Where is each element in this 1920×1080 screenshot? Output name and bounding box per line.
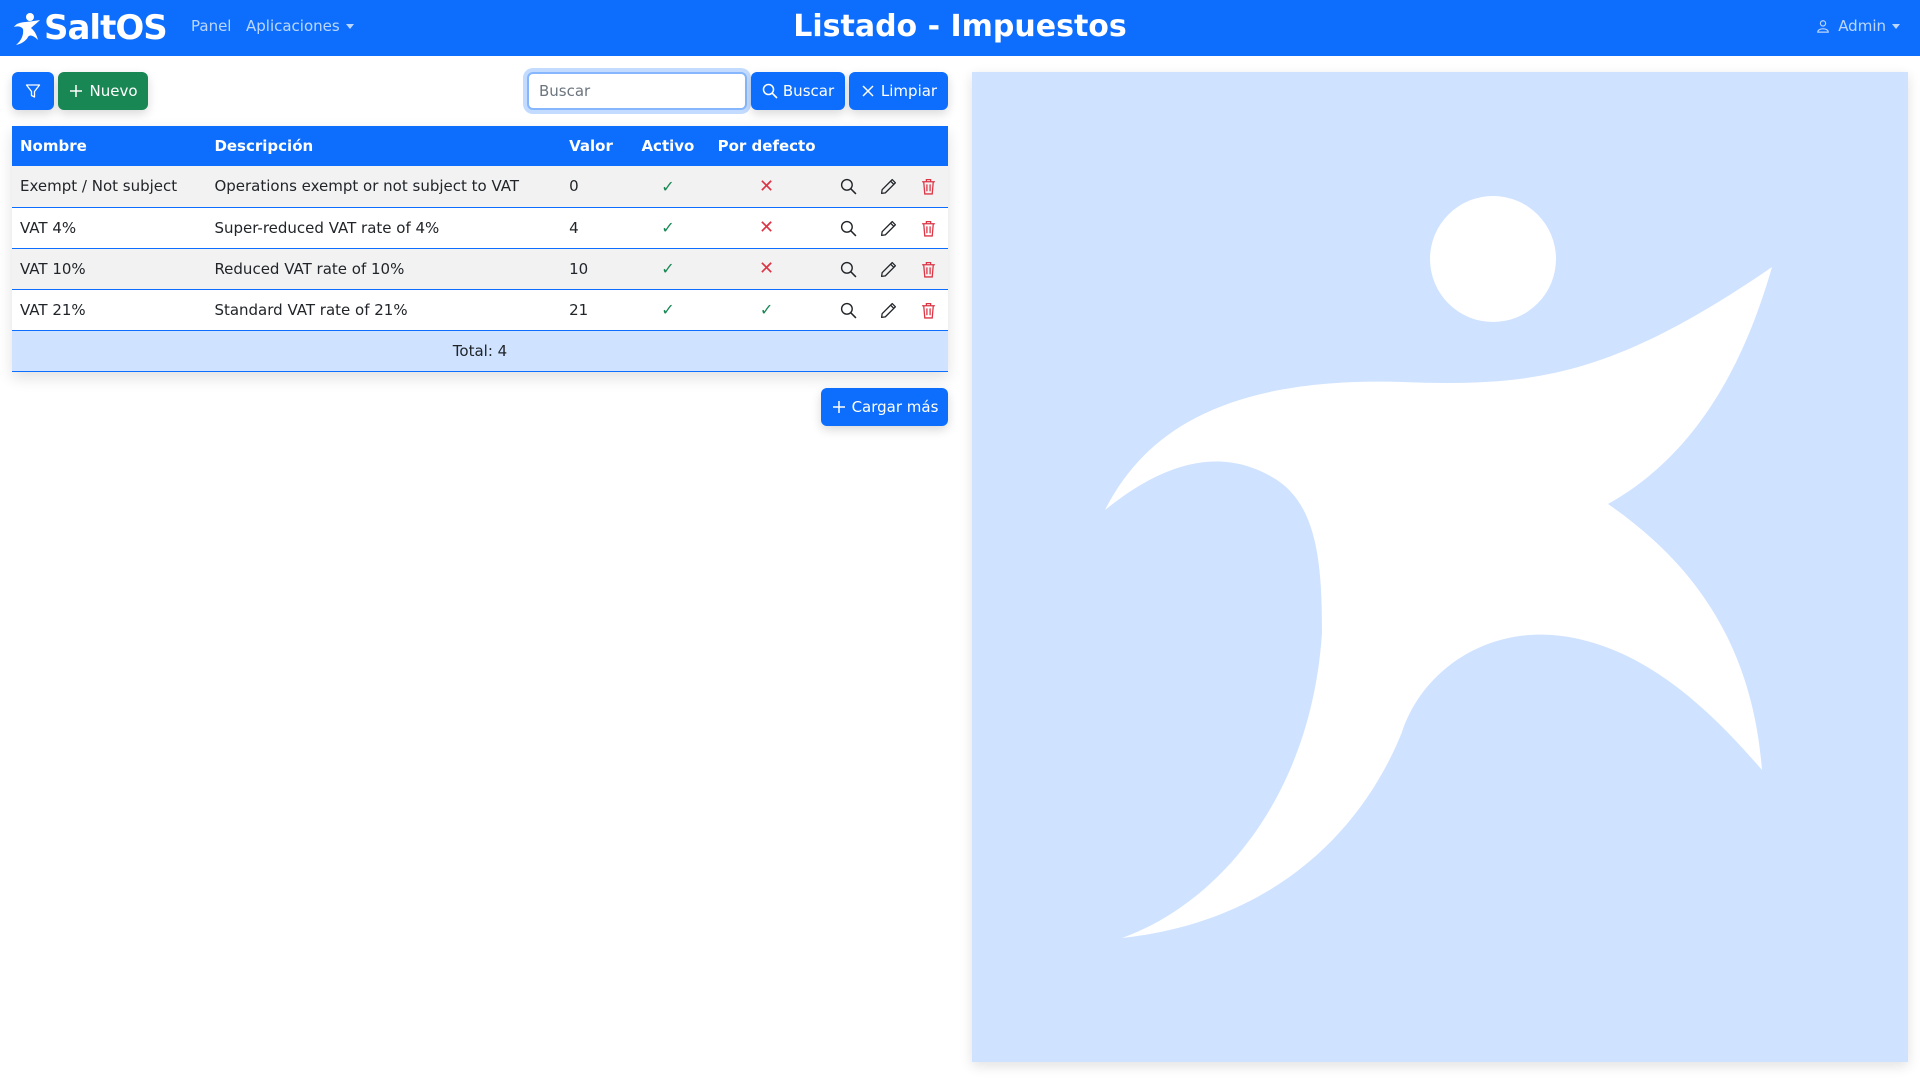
delete-button[interactable] xyxy=(908,166,948,207)
edit-button[interactable] xyxy=(868,207,908,248)
nav-apps-label: Aplicaciones xyxy=(246,17,340,35)
delete-button[interactable] xyxy=(908,248,948,289)
x-icon xyxy=(862,85,874,97)
cell-descripcion: Standard VAT rate of 21% xyxy=(214,300,408,319)
view-button[interactable] xyxy=(828,248,868,289)
total-count: Total: 4 xyxy=(452,341,508,360)
cell-valor: 4 xyxy=(569,218,579,237)
table-row[interactable]: VAT 10% Reduced VAT rate of 10% 10 ✓ ✕ xyxy=(12,248,948,289)
user-menu[interactable]: Admin xyxy=(1816,17,1900,35)
cell-descripcion: Reduced VAT rate of 10% xyxy=(214,259,405,278)
check-icon: ✓ xyxy=(661,259,675,278)
table-row[interactable]: Exempt / Not subject Operations exempt o… xyxy=(12,166,948,207)
check-icon: ✓ xyxy=(661,176,675,196)
cell-valor: 0 xyxy=(569,177,579,196)
taxes-table: Nombre Descripción Valor Activo Por defe… xyxy=(12,126,948,372)
trash-icon xyxy=(921,220,935,237)
top-navbar: SaltOS Panel Aplicaciones Listado - Impu… xyxy=(0,0,1920,56)
clear-button[interactable]: Limpiar xyxy=(849,72,948,110)
pencil-icon xyxy=(880,261,896,277)
nav-panel-link[interactable]: Panel xyxy=(191,17,231,35)
cell-nombre: VAT 21% xyxy=(20,300,86,319)
column-header-valor[interactable]: Valor xyxy=(561,126,631,166)
search-button[interactable]: Buscar xyxy=(751,72,845,110)
saltos-logo-icon xyxy=(14,13,40,45)
pencil-icon xyxy=(880,302,896,318)
check-icon: ✓ xyxy=(661,300,675,319)
funnel-icon xyxy=(25,84,41,98)
edit-button[interactable] xyxy=(868,166,908,207)
view-button[interactable] xyxy=(828,207,868,248)
cell-nombre: Exempt / Not subject xyxy=(20,177,178,196)
column-header-nombre[interactable]: Nombre xyxy=(12,126,206,166)
cell-nombre: VAT 4% xyxy=(20,218,77,237)
trash-icon xyxy=(921,261,935,278)
brand-name: SaltOS xyxy=(44,8,168,48)
cell-nombre: VAT 10% xyxy=(20,259,86,278)
table-footer-row: Total: 4 xyxy=(12,330,948,371)
table-header-row: Nombre Descripción Valor Activo Por defe… xyxy=(12,126,948,166)
cross-icon: ✕ xyxy=(759,258,775,279)
cross-icon: ✕ xyxy=(759,217,775,238)
brand-logo[interactable]: SaltOS xyxy=(12,8,168,48)
new-button-label: Nuevo xyxy=(89,82,138,100)
view-button[interactable] xyxy=(828,166,868,207)
cell-valor: 10 xyxy=(569,259,589,278)
trash-icon xyxy=(921,302,935,319)
filter-button[interactable] xyxy=(12,72,54,110)
search-icon xyxy=(762,83,778,99)
table-row[interactable]: VAT 4% Super-reduced VAT rate of 4% 4 ✓ … xyxy=(12,207,948,248)
edit-button[interactable] xyxy=(868,248,908,289)
delete-button[interactable] xyxy=(908,289,948,330)
search-button-label: Buscar xyxy=(782,82,835,100)
search-input[interactable] xyxy=(527,72,747,110)
load-more-label: Cargar más xyxy=(851,398,939,416)
edit-button[interactable] xyxy=(868,289,908,330)
cell-descripcion: Super-reduced VAT rate of 4% xyxy=(214,218,440,237)
check-icon: ✓ xyxy=(759,300,774,319)
trash-icon xyxy=(921,179,935,195)
nav-apps-dropdown[interactable]: Aplicaciones xyxy=(246,17,354,35)
load-more-button[interactable]: Cargar más xyxy=(821,388,948,426)
user-name: Admin xyxy=(1838,17,1886,35)
caret-down-icon xyxy=(345,24,354,29)
new-button[interactable]: Nuevo xyxy=(58,72,148,110)
table-row[interactable]: VAT 21% Standard VAT rate of 21% 21 ✓ ✓ xyxy=(12,289,948,330)
search-icon xyxy=(840,220,857,236)
check-icon: ✓ xyxy=(661,218,675,237)
cross-icon: ✕ xyxy=(759,175,775,197)
delete-button[interactable] xyxy=(908,207,948,248)
pencil-icon xyxy=(880,179,896,195)
caret-down-icon xyxy=(1892,23,1900,29)
search-icon xyxy=(840,179,857,195)
column-header-por-defecto[interactable]: Por defecto xyxy=(705,126,828,166)
page-title: Listado - Impuestos xyxy=(793,9,1127,44)
column-header-activo[interactable]: Activo xyxy=(631,126,705,166)
pencil-icon xyxy=(880,220,896,236)
detail-panel-placeholder xyxy=(972,72,1908,1062)
cell-descripcion: Operations exempt or not subject to VAT xyxy=(214,177,520,196)
plus-icon xyxy=(832,401,845,413)
view-button[interactable] xyxy=(828,289,868,330)
clear-button-label: Limpiar xyxy=(880,82,938,100)
cell-valor: 21 xyxy=(569,300,589,319)
column-header-descripcion[interactable]: Descripción xyxy=(206,126,561,166)
saltos-watermark-logo-icon xyxy=(1105,196,1772,938)
search-icon xyxy=(840,302,857,318)
plus-icon xyxy=(70,85,83,97)
search-icon xyxy=(840,261,857,277)
person-icon xyxy=(1817,20,1830,33)
